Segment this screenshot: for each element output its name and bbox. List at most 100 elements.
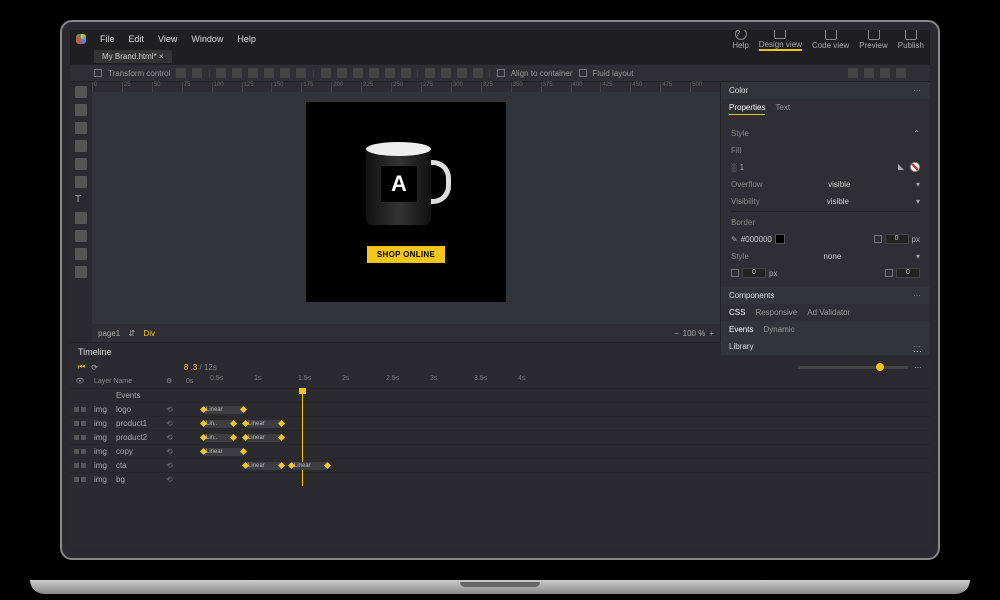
panel-icon[interactable]: [864, 68, 874, 78]
align-icon[interactable]: [216, 68, 226, 78]
layer-row[interactable]: imgcopy⟲Linear: [70, 444, 930, 458]
chevron-down-icon[interactable]: ▾: [916, 197, 920, 206]
artboard[interactable]: A SHOP ONLINE: [306, 102, 506, 302]
radius-input[interactable]: 0: [742, 268, 766, 278]
dist-icon[interactable]: [321, 68, 331, 78]
zoom-in-button[interactable]: +: [709, 329, 714, 338]
shop-online-button[interactable]: SHOP ONLINE: [367, 246, 445, 263]
arrange-icon[interactable]: [457, 68, 467, 78]
page-selector[interactable]: page1 ⇵: [98, 329, 135, 338]
keyframe-segment[interactable]: Linear: [204, 406, 244, 414]
fill-opacity-value[interactable]: 1: [740, 163, 744, 172]
menu-file[interactable]: File: [100, 34, 115, 44]
pencil-icon[interactable]: ✎: [731, 235, 738, 244]
align-icon[interactable]: [232, 68, 242, 78]
zoom-level[interactable]: 100 %: [683, 329, 706, 338]
canvas[interactable]: 0255075100125150175200225250275300325350…: [92, 82, 720, 324]
events-row[interactable]: Events: [116, 391, 166, 400]
code-view-button[interactable]: Code view: [812, 30, 849, 50]
layer-row[interactable]: imgbg⟲: [70, 472, 930, 486]
align-icon[interactable]: [248, 68, 258, 78]
panel-icon[interactable]: [896, 68, 906, 78]
back-to-start-icon[interactable]: ⏮: [78, 362, 85, 372]
layer-row[interactable]: imgcta⟲LinearLinear: [70, 458, 930, 472]
zoom-tool-icon[interactable]: [75, 266, 87, 278]
tab-css[interactable]: CSS: [729, 308, 745, 317]
arrange-icon[interactable]: [473, 68, 483, 78]
zoom-slider[interactable]: [798, 366, 908, 369]
border-color-value[interactable]: #000000: [741, 235, 772, 244]
help-button[interactable]: ?Help: [732, 30, 748, 50]
layer-row[interactable]: imgproduct1⟲Lin..Linear: [70, 416, 930, 430]
keyframe-segment[interactable]: Linear: [246, 420, 282, 428]
align-icon[interactable]: [264, 68, 274, 78]
design-view-button[interactable]: Design view: [759, 30, 802, 51]
chevron-down-icon[interactable]: ▾: [916, 252, 920, 261]
dist-icon[interactable]: [337, 68, 347, 78]
gear-icon[interactable]: ⚙: [166, 377, 186, 385]
menu-edit[interactable]: Edit: [129, 34, 145, 44]
tab-responsive[interactable]: Responsive: [755, 308, 797, 317]
menu-window[interactable]: Window: [191, 34, 223, 44]
layer-row[interactable]: imglogo⟲Linear: [70, 402, 930, 416]
align-container-checkbox[interactable]: [497, 69, 505, 77]
border-width-input[interactable]: 0: [885, 234, 909, 244]
border-swatch[interactable]: [775, 234, 785, 244]
text-tool-icon[interactable]: T: [75, 194, 87, 206]
radius-input-2[interactable]: 0: [896, 268, 920, 278]
zoom-out-button[interactable]: −: [674, 329, 679, 338]
hand-tool-icon[interactable]: [75, 248, 87, 260]
menu-view[interactable]: View: [158, 34, 177, 44]
pen-tool-icon[interactable]: [75, 122, 87, 134]
arrange-icon[interactable]: [425, 68, 435, 78]
dist-icon[interactable]: [353, 68, 363, 78]
3d-tool-icon[interactable]: [75, 230, 87, 242]
keyframe-segment[interactable]: Linear: [246, 462, 282, 470]
shape-tool-icon[interactable]: [75, 158, 87, 170]
tab-text[interactable]: Text: [775, 103, 790, 115]
keyframe-segment[interactable]: Linear: [246, 434, 282, 442]
align-icon[interactable]: [296, 68, 306, 78]
publish-button[interactable]: Publish: [898, 30, 924, 50]
align-icon[interactable]: [280, 68, 290, 78]
keyframe-segment[interactable]: Linear: [204, 448, 244, 456]
border-sides-icon[interactable]: [874, 235, 882, 243]
panel-icon[interactable]: [848, 68, 858, 78]
tab-dynamic[interactable]: Dynamic: [763, 325, 794, 334]
panel-menu-icon[interactable]: ⋯: [913, 291, 922, 300]
dist-icon[interactable]: [369, 68, 379, 78]
panel-menu-icon[interactable]: ⋯: [913, 86, 922, 95]
border-style-select[interactable]: none: [823, 252, 841, 261]
arrange-icon[interactable]: [441, 68, 451, 78]
line-tool-icon[interactable]: [75, 176, 87, 188]
tab-properties[interactable]: Properties: [729, 103, 765, 115]
file-tab[interactable]: My Brand.html* ×: [94, 50, 172, 63]
loop-icon[interactable]: ⟳: [91, 363, 98, 372]
tag-tool-icon[interactable]: [75, 140, 87, 152]
tab-events[interactable]: Events: [729, 325, 753, 334]
timeline-options-icon[interactable]: ⋯: [914, 363, 922, 372]
breadcrumb[interactable]: Div: [143, 329, 155, 338]
product-image[interactable]: A: [361, 142, 451, 232]
dist-icon[interactable]: [401, 68, 411, 78]
tool-icon[interactable]: [192, 68, 202, 78]
transform-tool-icon[interactable]: [75, 104, 87, 116]
panel-menu-icon[interactable]: ⋯: [913, 346, 922, 357]
style-heading[interactable]: Style: [731, 129, 749, 138]
preview-button[interactable]: Preview: [859, 30, 887, 50]
fill-tool-icon[interactable]: [75, 212, 87, 224]
radius-icon[interactable]: [731, 269, 739, 277]
overflow-select[interactable]: visible: [828, 180, 850, 189]
radius-icon[interactable]: [885, 269, 893, 277]
transform-checkbox[interactable]: [94, 69, 102, 77]
selection-tool-icon[interactable]: [75, 86, 87, 98]
panel-icon[interactable]: [880, 68, 890, 78]
dist-icon[interactable]: [385, 68, 395, 78]
collapse-icon[interactable]: ⌃: [913, 129, 920, 138]
fill-bucket-icon[interactable]: ◣: [898, 162, 904, 172]
visibility-select[interactable]: visible: [827, 197, 849, 206]
tool-icon[interactable]: [176, 68, 186, 78]
layer-row[interactable]: imgproduct2⟲Lin..Linear: [70, 430, 930, 444]
tab-ad-validator[interactable]: Ad Validator: [807, 308, 850, 317]
menu-help[interactable]: Help: [237, 34, 256, 44]
